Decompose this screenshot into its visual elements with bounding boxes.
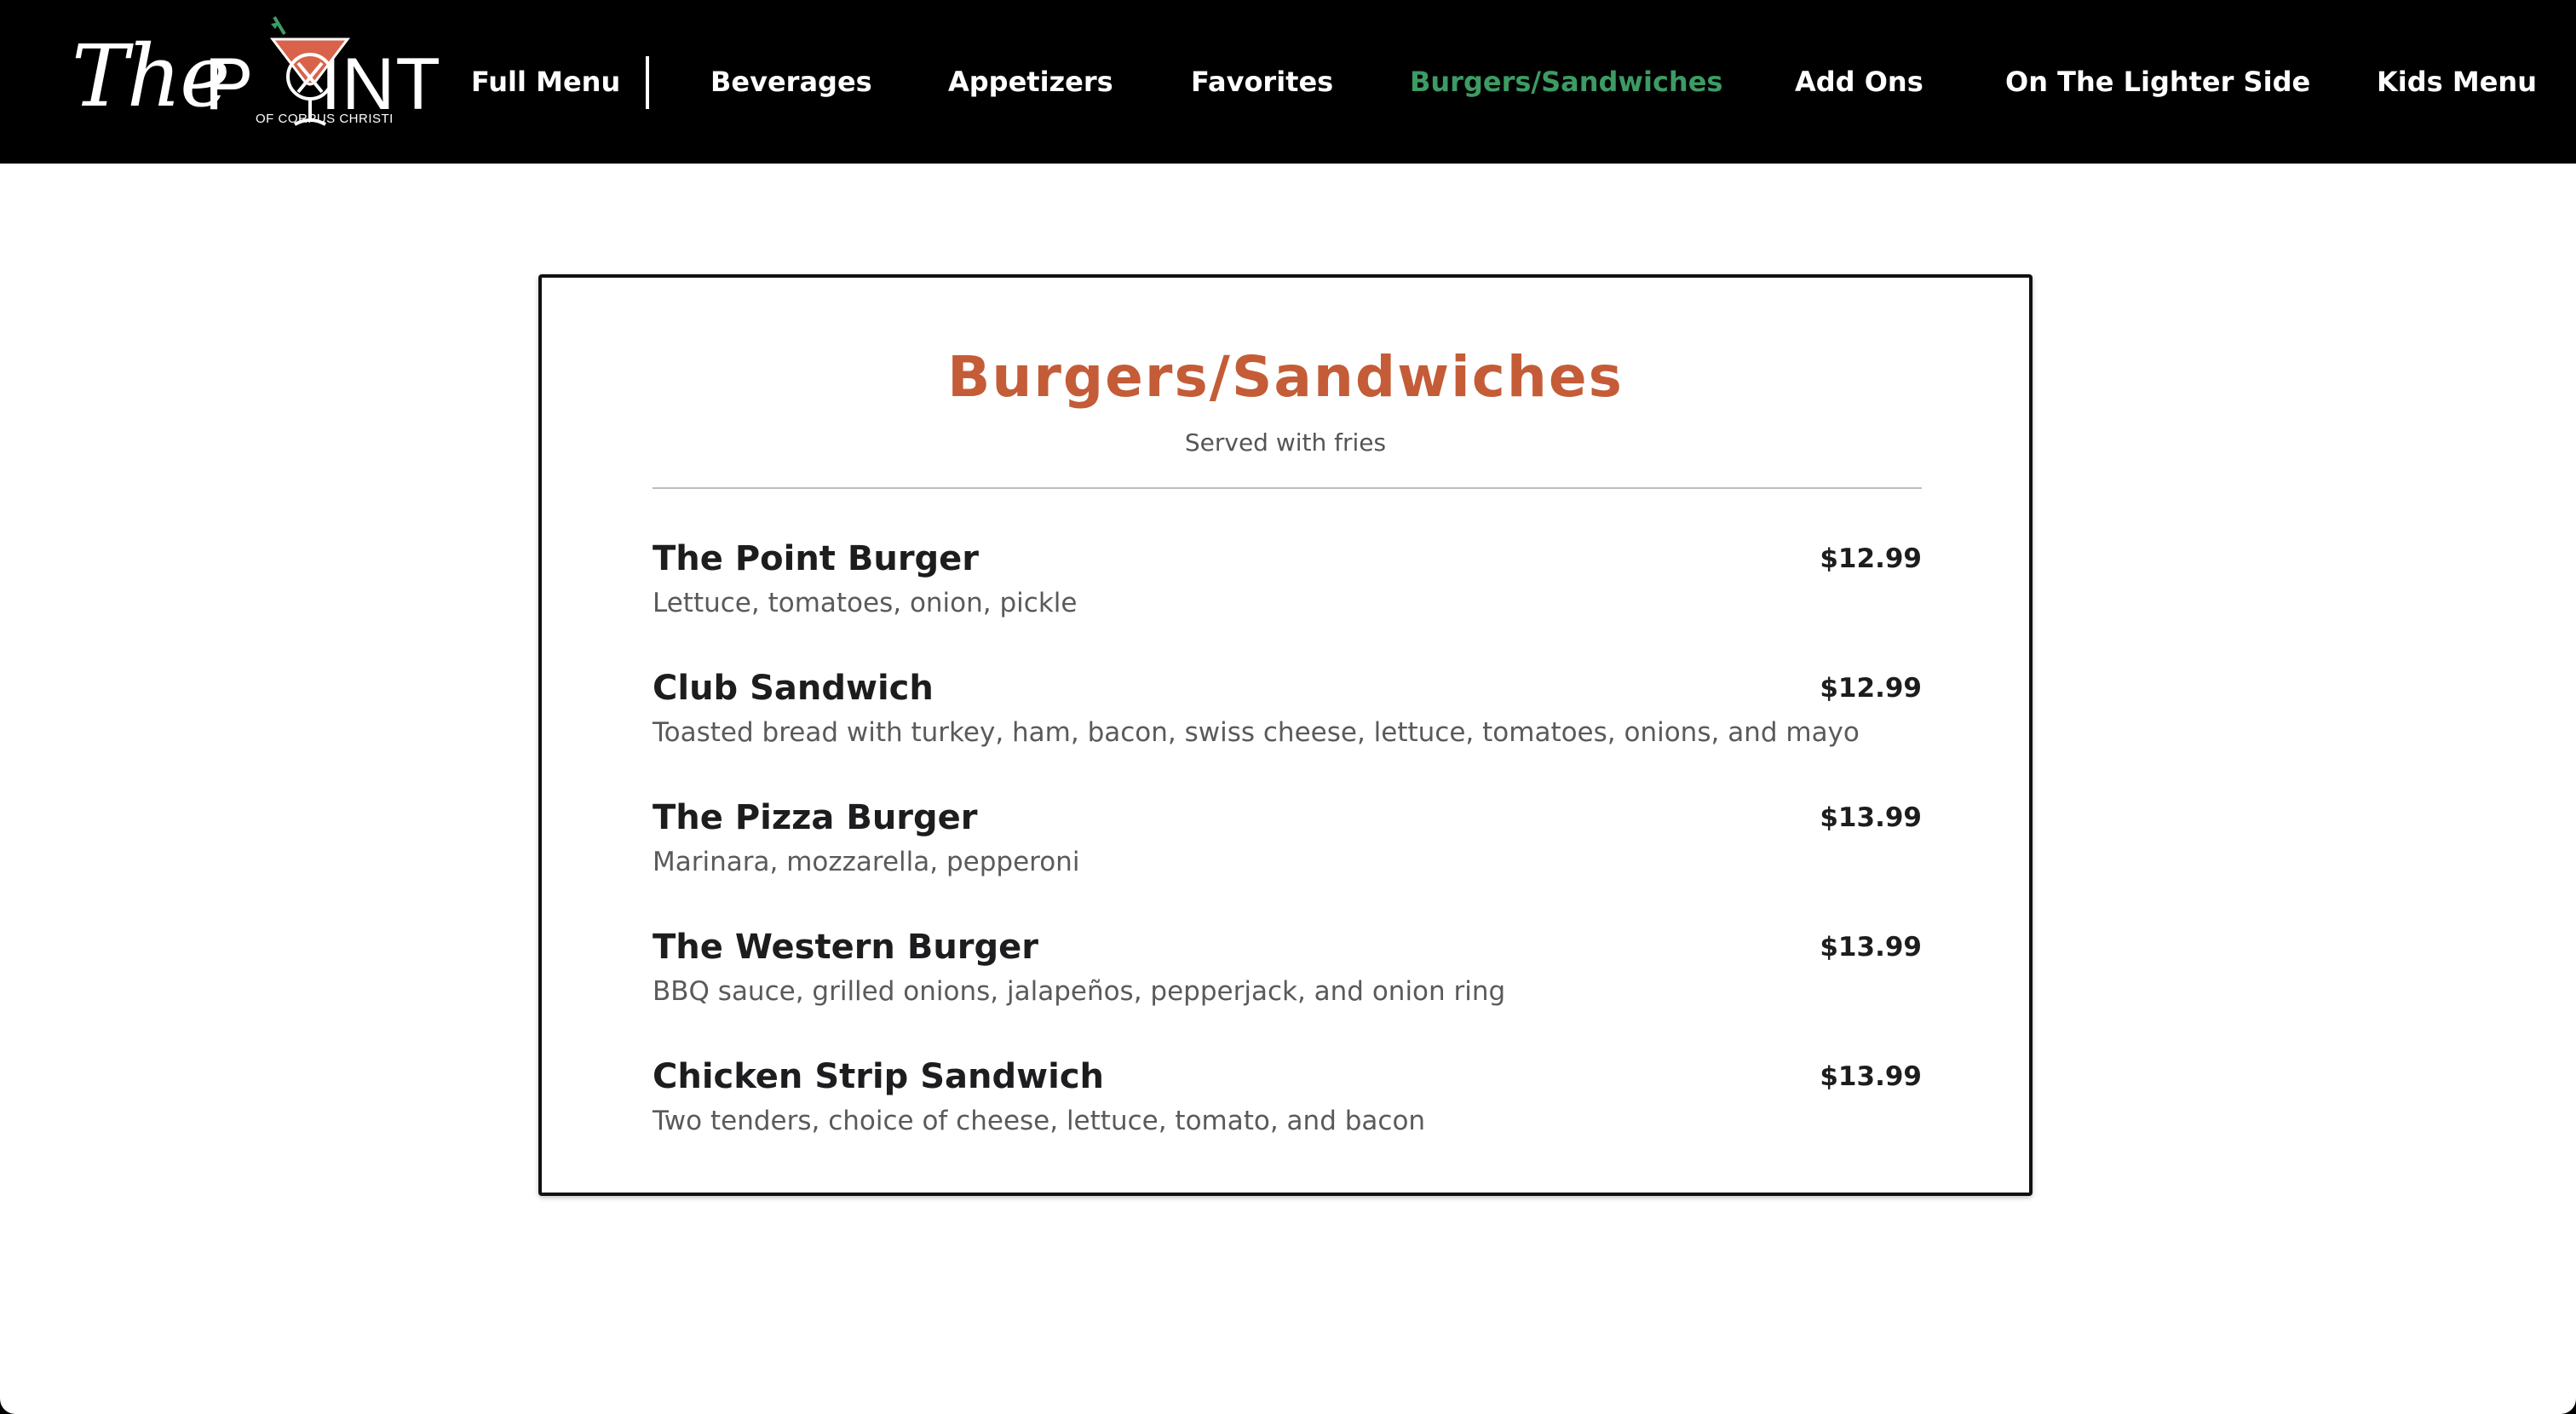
site-header: The P INT OF CORPUS CHRISTI Full Menu Bev… [0, 0, 2576, 164]
menu-item-name: The Point Burger [653, 539, 980, 578]
menu-item-description: Toasted bread with turkey, ham, bacon, s… [653, 717, 1860, 748]
menu-item-price: $13.99 [1820, 1061, 1922, 1092]
menu-section-card: Burgers/Sandwiches Served with fries The… [538, 274, 2033, 1196]
menu-item: The Western Burger $13.99 BBQ sauce, gri… [653, 923, 1922, 1034]
menu-item-description: Two tenders, choice of cheese, lettuce, … [653, 1106, 1426, 1136]
menu-item: Club Sandwich $12.99 Toasted bread with … [653, 664, 1922, 775]
main-nav: Full Menu Beverages Appetizers Favorites… [0, 0, 2576, 164]
nav-item-burgers-sandwiches[interactable]: Burgers/Sandwiches [1410, 63, 1722, 101]
menu-item-price: $12.99 [1820, 673, 1922, 704]
menu-item-price: $12.99 [1820, 543, 1922, 574]
menu-item-name: The Western Burger [653, 928, 1039, 967]
section-divider [653, 487, 1922, 489]
nav-item-full-menu[interactable]: Full Menu [471, 63, 620, 101]
nav-item-beverages[interactable]: Beverages [710, 63, 872, 101]
nav-item-on-the-lighter-side[interactable]: On The Lighter Side [2005, 63, 2310, 101]
section-subtitle: Served with fries [1184, 428, 1387, 457]
nav-item-add-ons[interactable]: Add Ons [1795, 63, 1923, 101]
menu-item-name: Club Sandwich [653, 669, 934, 708]
menu-item: The Point Burger $12.99 Lettuce, tomatoe… [653, 535, 1922, 646]
menu-item-description: Lettuce, tomatoes, onion, pickle [653, 588, 1078, 618]
menu-item-price: $13.99 [1820, 932, 1922, 963]
menu-item-description: BBQ sauce, grilled onions, jalapeños, pe… [653, 976, 1506, 1007]
section-title: Burgers/Sandwiches [947, 344, 1624, 410]
page: The P INT OF CORPUS CHRISTI Full Menu Bev… [0, 0, 2576, 1414]
menu-item: The Pizza Burger $13.99 Marinara, mozzar… [653, 794, 1922, 905]
menu-item-description: Marinara, mozzarella, pepperoni [653, 847, 1080, 877]
menu-item: Chicken Strip Sandwich $13.99 Two tender… [653, 1053, 1922, 1164]
menu-item-name: The Pizza Burger [653, 798, 978, 837]
menu-item-price: $13.99 [1820, 802, 1922, 833]
nav-item-kids-menu[interactable]: Kids Menu [2377, 63, 2537, 101]
menu-item-name: Chicken Strip Sandwich [653, 1057, 1104, 1096]
nav-item-favorites[interactable]: Favorites [1191, 63, 1333, 101]
nav-item-appetizers[interactable]: Appetizers [948, 63, 1113, 101]
nav-divider [646, 56, 649, 109]
